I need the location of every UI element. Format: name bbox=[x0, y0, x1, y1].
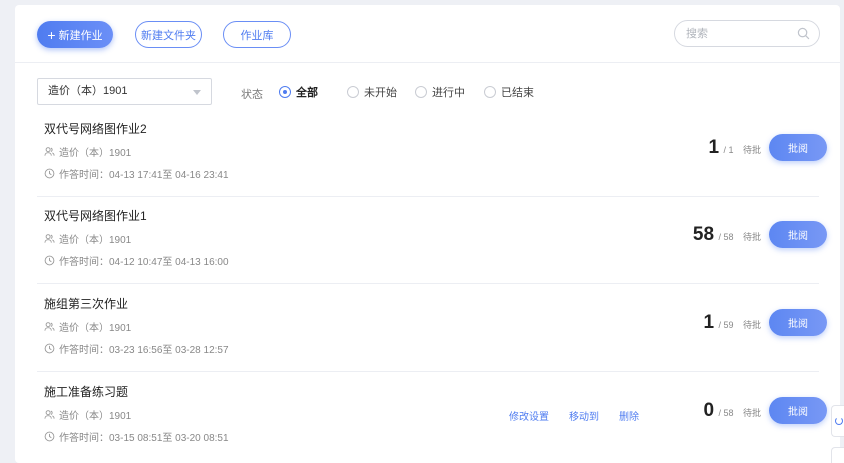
radio-icon bbox=[484, 86, 496, 98]
list-item[interactable]: 施工准备练习题 造价（本）1901 作答时间：03-15 08:51至 03-2… bbox=[37, 373, 827, 460]
submission-count: 0 / 58 待批 bbox=[703, 400, 761, 421]
grade-button[interactable]: 批阅 bbox=[769, 309, 827, 336]
assignment-time: 作答时间：03-23 16:56至 03-28 12:57 bbox=[44, 341, 229, 356]
toolbar: + 新建作业 新建文件夹 作业库 bbox=[15, 5, 840, 63]
submission-count: 1 / 59 待批 bbox=[703, 312, 761, 333]
users-icon bbox=[44, 234, 55, 243]
edit-settings-link[interactable]: 修改设置 bbox=[509, 408, 549, 423]
assignment-time: 作答时间：04-13 17:41至 04-16 23:41 bbox=[44, 166, 229, 181]
status-label: 状态 bbox=[241, 89, 263, 101]
users-icon bbox=[44, 410, 55, 419]
list-item[interactable]: 双代号网络图作业1 造价（本）1901 作答时间：04-12 10:47至 04… bbox=[37, 197, 827, 284]
list-item[interactable]: 施组第三次作业 造价（本）1901 作答时间：03-23 16:56至 03-2… bbox=[37, 285, 827, 372]
plus-icon: + bbox=[47, 26, 56, 43]
assignment-class: 造价（本）1901 bbox=[44, 144, 131, 159]
grade-button[interactable]: 批阅 bbox=[769, 397, 827, 424]
clock-icon bbox=[44, 255, 55, 266]
side-float-button[interactable] bbox=[831, 405, 844, 437]
assignment-title[interactable]: 双代号网络图作业1 bbox=[44, 207, 147, 224]
status-radio-not-started[interactable]: 未开始 bbox=[347, 84, 397, 100]
list-item[interactable]: 双代号网络图作业2 造价（本）1901 作答时间：04-13 17:41至 04… bbox=[37, 110, 827, 197]
class-select[interactable]: 造价（本）1901 bbox=[37, 78, 212, 105]
grade-button[interactable]: 批阅 bbox=[769, 221, 827, 248]
status-radio-all[interactable]: 全部 bbox=[279, 84, 318, 100]
assignment-library-button[interactable]: 作业库 bbox=[223, 21, 291, 48]
side-float-button-secondary[interactable] bbox=[831, 447, 844, 463]
radio-icon bbox=[347, 86, 359, 98]
submission-count: 58 / 58 待批 bbox=[692, 224, 761, 245]
assignment-panel: + 新建作业 新建文件夹 作业库 造价（本）1901 状态 全部 未开始 bbox=[15, 5, 840, 463]
move-to-link[interactable]: 移动到 bbox=[569, 408, 599, 423]
assignment-class: 造价（本）1901 bbox=[44, 407, 131, 422]
clock-icon bbox=[44, 431, 55, 442]
new-assignment-button[interactable]: + 新建作业 bbox=[37, 21, 113, 48]
delete-link[interactable]: 删除 bbox=[619, 408, 639, 423]
search-icon[interactable] bbox=[797, 27, 810, 40]
users-icon bbox=[44, 147, 55, 156]
assignment-title[interactable]: 双代号网络图作业2 bbox=[44, 120, 147, 137]
new-assignment-label: 新建作业 bbox=[58, 29, 103, 42]
assignment-time: 作答时间：03-15 08:51至 03-20 08:51 bbox=[44, 429, 229, 444]
radio-checked-icon bbox=[279, 86, 291, 98]
grade-button[interactable]: 批阅 bbox=[769, 134, 827, 161]
class-select-value: 造价（本）1901 bbox=[48, 85, 128, 97]
radio-icon bbox=[415, 86, 427, 98]
users-icon bbox=[44, 322, 55, 331]
search-input[interactable] bbox=[686, 21, 796, 46]
new-folder-button[interactable]: 新建文件夹 bbox=[135, 21, 202, 48]
assignment-class: 造价（本）1901 bbox=[44, 319, 131, 334]
status-radio-in-progress[interactable]: 进行中 bbox=[415, 84, 465, 100]
assignment-title[interactable]: 施工准备练习题 bbox=[44, 383, 128, 400]
chevron-down-icon bbox=[193, 90, 201, 95]
clock-icon bbox=[44, 168, 55, 179]
assignment-class: 造价（本）1901 bbox=[44, 231, 131, 246]
status-radio-ended[interactable]: 已结束 bbox=[484, 84, 534, 100]
assignment-time: 作答时间：04-12 10:47至 04-13 16:00 bbox=[44, 253, 229, 268]
assignment-title[interactable]: 施组第三次作业 bbox=[44, 295, 128, 312]
search-box bbox=[674, 20, 820, 47]
submission-count: 1 / 1 待批 bbox=[708, 137, 761, 158]
refresh-icon bbox=[835, 417, 843, 425]
row-actions: 修改设置 移动到 删除 bbox=[509, 408, 639, 423]
filter-row: 造价（本）1901 状态 全部 未开始 进行中 已结束 bbox=[15, 63, 840, 117]
clock-icon bbox=[44, 343, 55, 354]
